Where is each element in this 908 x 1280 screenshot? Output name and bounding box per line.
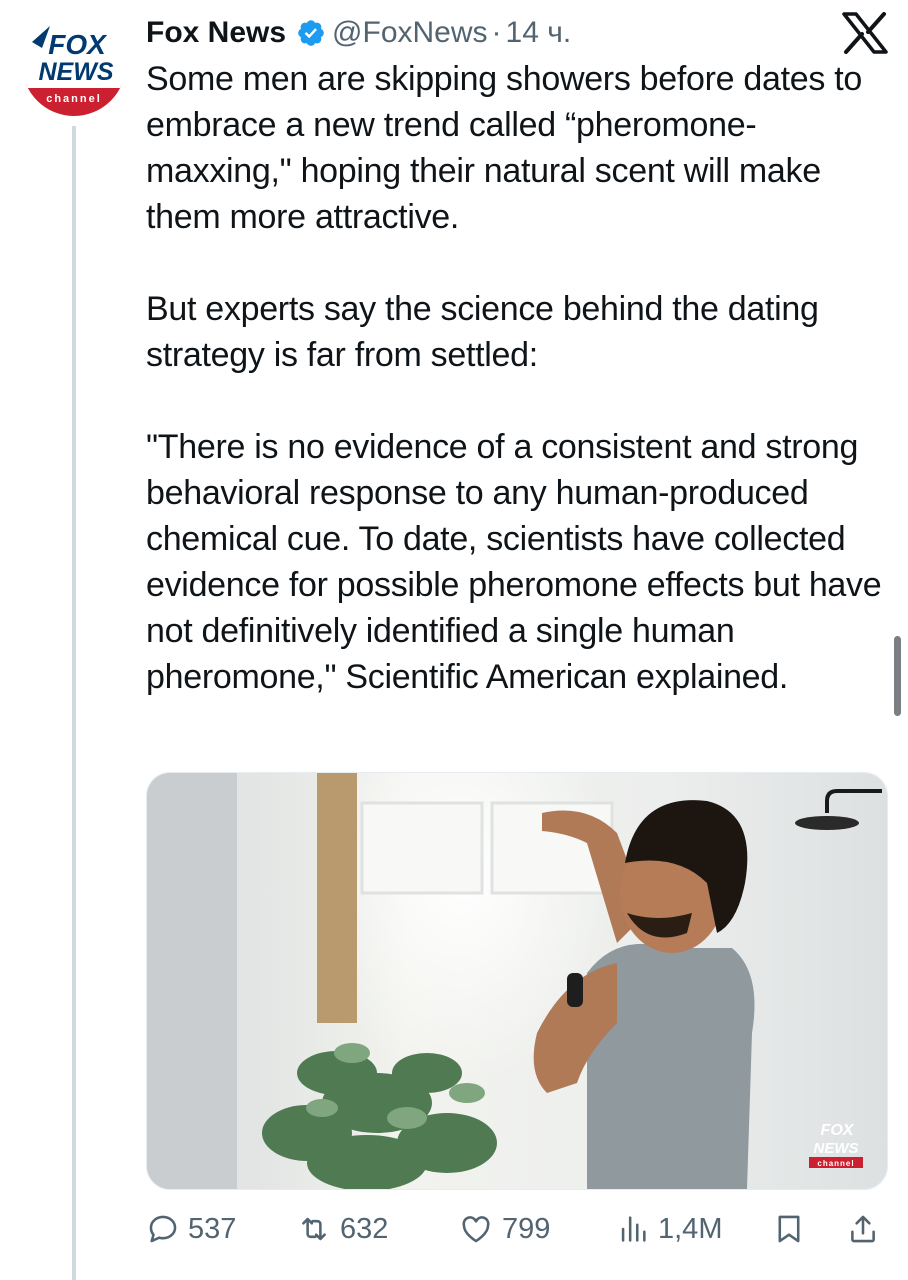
repost-button[interactable]: 632 — [296, 1204, 388, 1254]
bookmark-icon — [778, 1215, 800, 1243]
fox-news-watermark-icon: FOX NEWS channel — [809, 1122, 863, 1168]
tweet-header: Fox News @FoxNews · 14 ч. — [146, 12, 571, 54]
svg-text:channel: channel — [817, 1159, 854, 1168]
scrollbar[interactable] — [894, 636, 901, 716]
author-handle[interactable]: @FoxNews — [332, 16, 487, 50]
svg-text:channel: channel — [46, 93, 102, 105]
thread-line — [72, 126, 76, 1280]
tweet-paragraph: "There is no evidence of a consistent an… — [146, 428, 882, 696]
like-button[interactable]: 799 — [458, 1204, 550, 1254]
fox-news-logo-icon: FOX NEWS channel — [22, 12, 126, 116]
like-count: 799 — [502, 1212, 551, 1245]
like-icon — [462, 1216, 490, 1243]
svg-text:NEWS: NEWS — [39, 58, 114, 86]
repost-count: 632 — [340, 1212, 389, 1245]
reply-button[interactable]: 537 — [146, 1204, 236, 1254]
tweet-paragraph: But experts say the science behind the d… — [146, 290, 819, 374]
views-count: 1,4M — [658, 1212, 723, 1245]
views-icon — [621, 1216, 646, 1242]
tweet-actions: 537 632 799 1,4M — [146, 1204, 888, 1254]
tweet-paragraph: Some men are skipping showers before dat… — [146, 60, 863, 236]
svg-text:FOX: FOX — [821, 1122, 855, 1139]
repost-icon — [302, 1217, 326, 1241]
author-name[interactable]: Fox News — [146, 16, 286, 50]
avatar[interactable]: FOX NEWS channel — [22, 12, 126, 116]
reply-count: 537 — [188, 1212, 237, 1245]
svg-text:NEWS: NEWS — [814, 1140, 859, 1157]
bookmark-button[interactable] — [772, 1204, 806, 1254]
share-button[interactable] — [846, 1204, 880, 1254]
verified-badge-icon — [296, 18, 326, 48]
tweet-text: Some men are skipping showers before dat… — [146, 56, 896, 700]
timestamp[interactable]: 14 ч. — [506, 16, 572, 50]
man-applying-deodorant-photo: FOX NEWS channel — [147, 773, 887, 1189]
tweet-media-image[interactable]: FOX NEWS channel — [146, 772, 888, 1190]
share-icon — [851, 1215, 875, 1243]
views-button[interactable]: 1,4M — [616, 1204, 722, 1254]
x-logo-icon[interactable] — [842, 12, 888, 54]
reply-icon — [149, 1215, 177, 1243]
separator: · — [491, 16, 502, 49]
svg-text:FOX: FOX — [48, 29, 108, 60]
